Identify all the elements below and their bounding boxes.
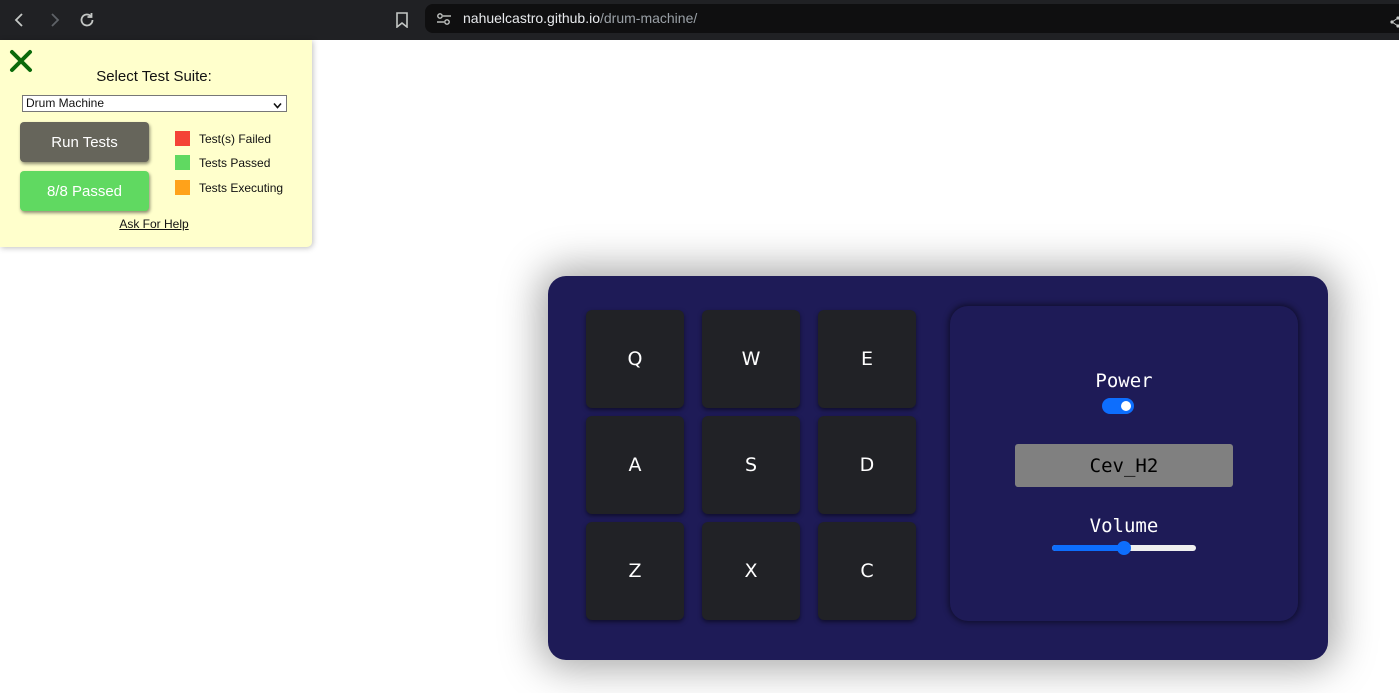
drum-pad-q[interactable]: Q <box>586 310 684 408</box>
drum-pad-c[interactable]: C <box>818 522 916 620</box>
drum-pad-a[interactable]: A <box>586 416 684 514</box>
test-suite-panel: Select Test Suite: Drum Machine Run Test… <box>0 40 312 247</box>
volume-label: Volume <box>1089 515 1159 537</box>
address-bar[interactable]: nahuelcastro.github.io/drum-machine/ <box>425 4 1399 33</box>
passed-swatch <box>175 155 190 170</box>
run-tests-button[interactable]: Run Tests <box>20 122 149 162</box>
share-icon[interactable] <box>1390 13 1399 32</box>
sound-display: Cev_H2 <box>1015 444 1233 487</box>
legend-executing-label: Tests Executing <box>199 180 284 195</box>
power-label: Power <box>1095 370 1153 392</box>
drum-pad-d[interactable]: D <box>818 416 916 514</box>
legend-passed: Tests Passed <box>175 155 270 170</box>
volume-thumb[interactable] <box>1117 541 1131 555</box>
test-status-button[interactable]: 8/8 Passed <box>20 171 149 211</box>
legend-failed-label: Test(s) Failed <box>199 131 272 146</box>
url-path: /drum-machine/ <box>600 10 698 26</box>
controls-panel: Power Cev_H2 Volume <box>950 306 1298 621</box>
test-suite-selected: Drum Machine <box>26 96 105 110</box>
forward-icon[interactable] <box>42 8 66 32</box>
failed-swatch <box>175 131 190 146</box>
reload-icon[interactable] <box>75 8 99 32</box>
select-suite-label: Select Test Suite: <box>96 68 212 85</box>
chevron-down-icon <box>273 99 282 114</box>
drum-pad-e[interactable]: E <box>818 310 916 408</box>
url-host: nahuelcastro.github.io <box>463 10 600 26</box>
drum-pad-z[interactable]: Z <box>586 522 684 620</box>
legend-passed-label: Tests Passed <box>199 155 271 170</box>
executing-swatch <box>175 180 190 195</box>
drum-machine: Q W E A S D Z X C Power Cev_H2 Volume <box>548 276 1328 660</box>
site-settings-icon[interactable] <box>436 11 452 30</box>
legend-failed: Test(s) Failed <box>175 131 271 146</box>
volume-slider[interactable] <box>1052 538 1196 558</box>
url-text: nahuelcastro.github.io/drum-machine/ <box>463 10 697 26</box>
drum-pad-s[interactable]: S <box>702 416 800 514</box>
back-icon[interactable] <box>8 8 32 32</box>
ask-for-help-link[interactable]: Ask For Help <box>0 217 308 231</box>
bookmark-icon[interactable] <box>390 8 414 32</box>
test-suite-select[interactable]: Drum Machine <box>22 95 287 112</box>
power-toggle[interactable] <box>1102 398 1134 414</box>
power-toggle-knob <box>1121 401 1131 411</box>
browser-toolbar: nahuelcastro.github.io/drum-machine/ <box>0 0 1399 40</box>
drum-pad-x[interactable]: X <box>702 522 800 620</box>
drum-pad-w[interactable]: W <box>702 310 800 408</box>
volume-fill <box>1052 545 1124 551</box>
legend-executing: Tests Executing <box>175 180 283 195</box>
